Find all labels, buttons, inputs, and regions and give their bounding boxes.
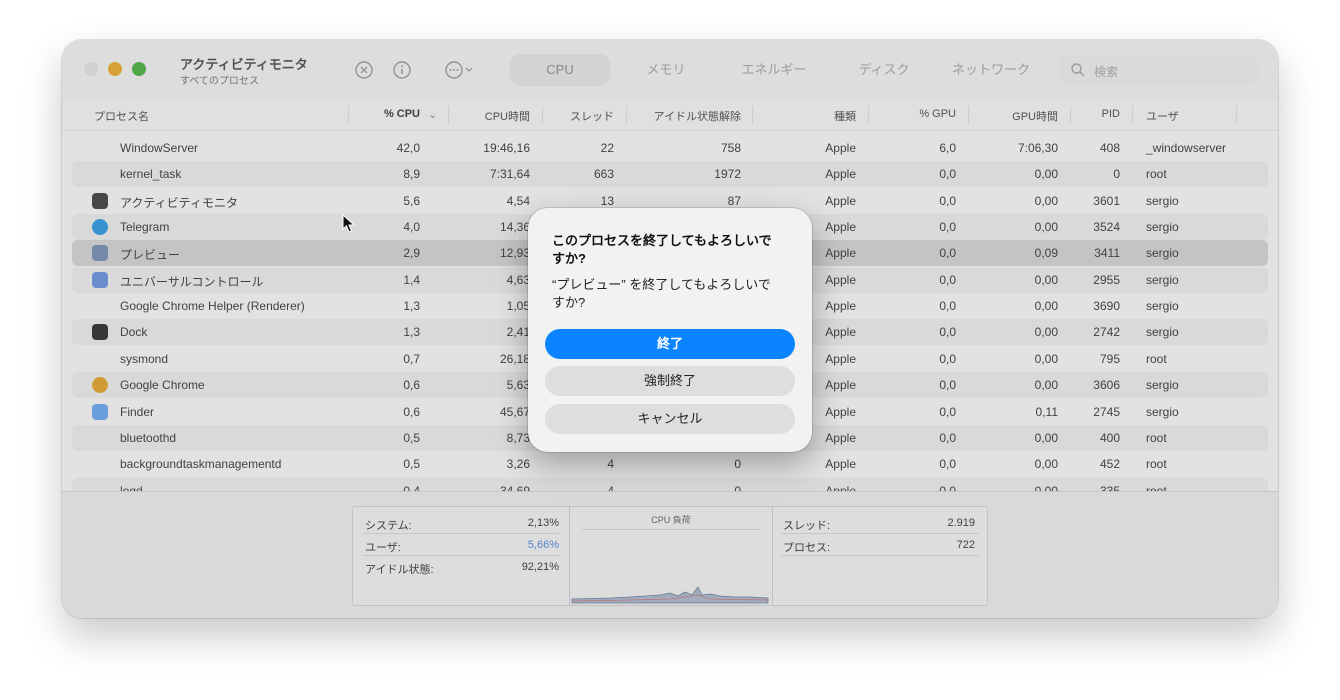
mouse-cursor-icon <box>342 214 356 233</box>
dialog-message: “プレビュー” を終了してもよろしいですか? <box>552 277 771 310</box>
force-quit-button[interactable]: 強制終了 <box>545 366 795 396</box>
quit-button[interactable]: 終了 <box>545 329 795 359</box>
cancel-button[interactable]: キャンセル <box>545 404 795 434</box>
quit-process-dialog: このプロセスを終了してもよろしいですか? “プレビュー” を終了してもよろしいで… <box>528 208 812 452</box>
dialog-title: このプロセスを終了してもよろしいですか? <box>552 233 772 266</box>
